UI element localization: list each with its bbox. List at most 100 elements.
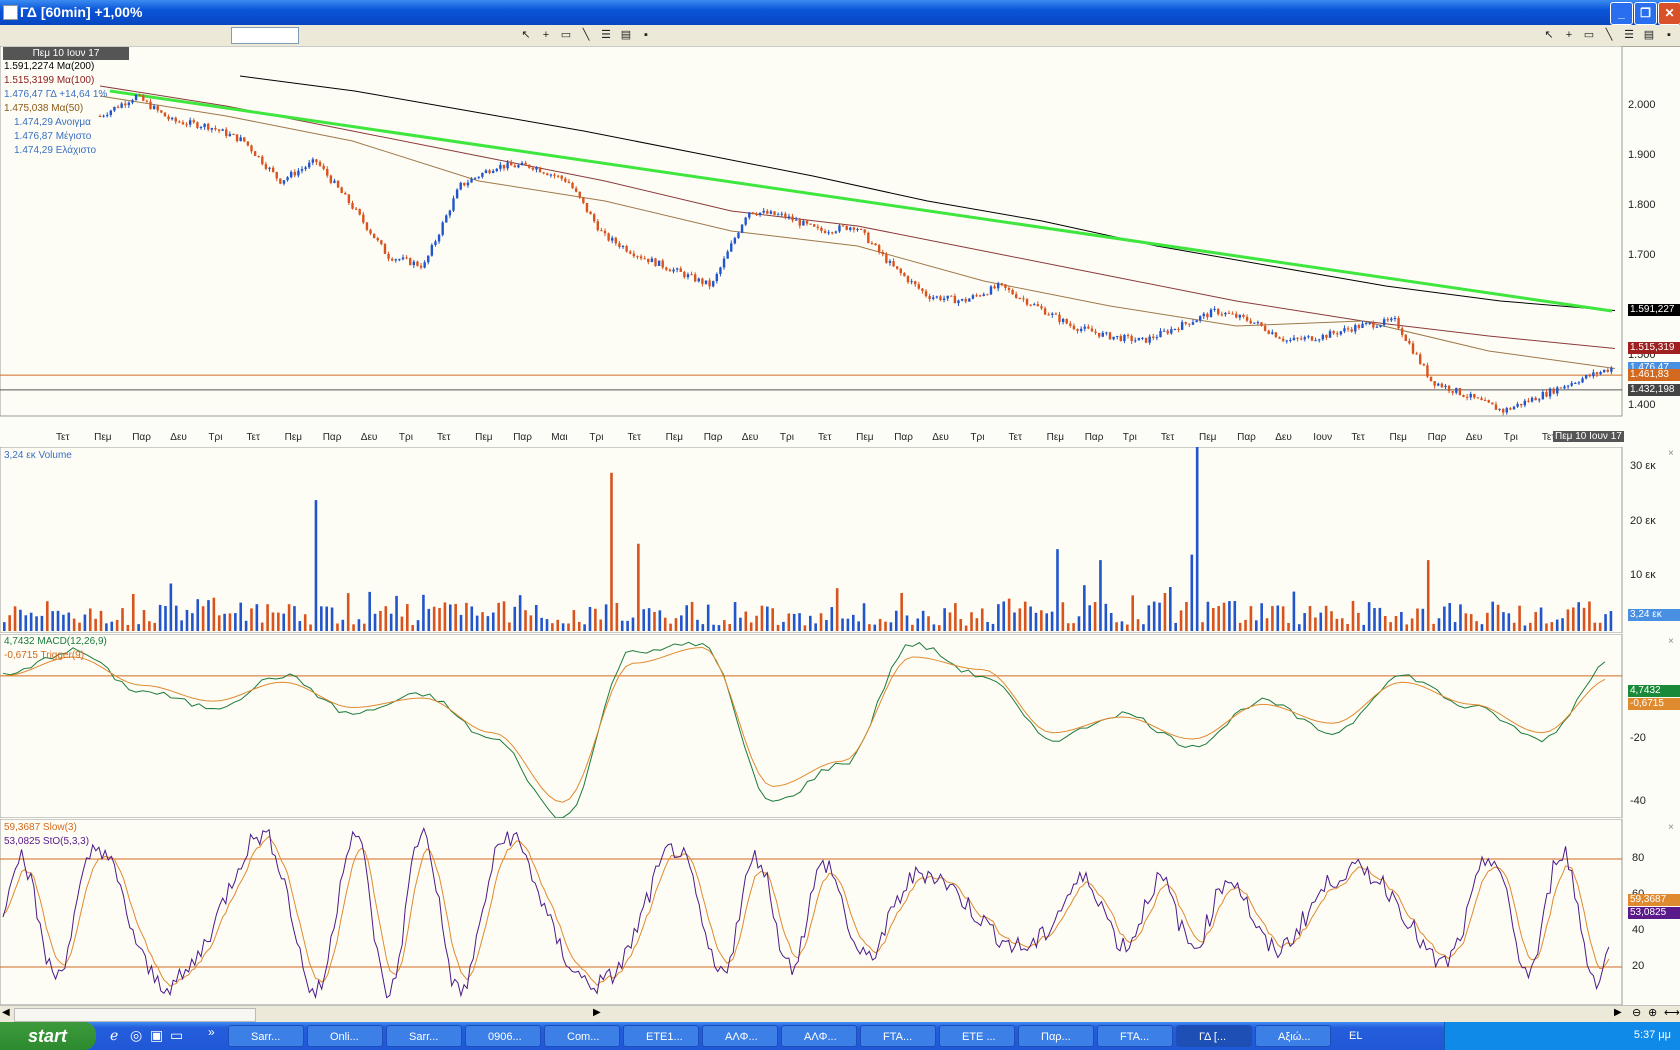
volume-bar <box>395 595 398 631</box>
minimize-button[interactable]: _ <box>1610 2 1633 25</box>
pointer-icon[interactable]: ↖ <box>1541 27 1557 43</box>
scroll-right-icon[interactable]: ▶ <box>1614 1007 1622 1018</box>
candle <box>1152 336 1155 339</box>
taskbar-item[interactable]: 0906... <box>465 1025 541 1047</box>
candle <box>693 274 697 282</box>
candle <box>1130 335 1133 342</box>
taskbar-item[interactable]: ΑΛΦ... <box>781 1025 857 1047</box>
candle <box>1256 322 1260 324</box>
candle <box>1566 385 1570 387</box>
indicator-tag: 59,3687 <box>1628 894 1680 906</box>
volume-bar <box>346 593 350 631</box>
price-chart[interactable] <box>0 46 1680 446</box>
volume-bar <box>787 613 791 631</box>
scroll-left-icon[interactable]: ◀ <box>2 1007 10 1018</box>
crosshair-icon[interactable]: + <box>538 27 554 43</box>
symbol-input[interactable] <box>231 27 299 44</box>
volume-bar <box>1410 618 1414 631</box>
candle <box>1043 308 1047 315</box>
pointer-icon[interactable]: ↖ <box>518 27 534 43</box>
candle <box>715 274 719 282</box>
candle <box>427 255 430 263</box>
desktop-icon[interactable]: ▭ <box>170 1027 183 1044</box>
scrollbar-thumb[interactable] <box>14 1008 256 1022</box>
macd-chart[interactable] <box>0 634 1680 818</box>
line-icon[interactable]: ╲ <box>578 27 594 43</box>
chart-icon[interactable]: ▤ <box>618 27 634 43</box>
taskbar-item[interactable]: ΓΔ [... <box>1176 1025 1252 1047</box>
candle <box>1610 367 1613 372</box>
zoom-in-icon[interactable]: ⊕ <box>1648 1006 1657 1019</box>
candle <box>867 232 870 244</box>
more-icon[interactable]: » <box>208 1025 215 1039</box>
line-icon[interactable]: ╲ <box>1601 27 1617 43</box>
candle <box>1162 330 1166 332</box>
volume-bar <box>583 624 586 631</box>
candle <box>1231 313 1234 315</box>
language-indicator[interactable]: EL <box>1349 1030 1362 1042</box>
volume-bar <box>975 618 979 631</box>
fit-icon[interactable]: ⟷ <box>1664 1006 1680 1019</box>
candle <box>1245 316 1249 321</box>
taskbar-item[interactable]: ETE1... <box>623 1025 699 1047</box>
candle <box>520 162 524 166</box>
volume-bar <box>51 611 54 631</box>
properties-icon[interactable]: ☰ <box>1621 27 1637 43</box>
taskbar-item[interactable]: FTA... <box>860 1025 936 1047</box>
close-panel-icon[interactable]: × <box>1668 636 1674 647</box>
candle <box>636 256 639 258</box>
close-panel-icon[interactable]: × <box>1668 448 1674 459</box>
candle <box>1033 304 1036 306</box>
rectangle-icon[interactable]: ▭ <box>558 27 574 43</box>
candle <box>246 141 250 146</box>
candle <box>813 224 816 227</box>
browser-icon[interactable]: ◎ <box>130 1027 142 1044</box>
save-icon[interactable]: ▪ <box>1661 27 1677 43</box>
volume-chart[interactable] <box>0 447 1680 633</box>
volume-bar <box>1475 621 1478 631</box>
volume-bar <box>529 615 533 631</box>
taskbar-item[interactable]: Onli... <box>307 1025 383 1047</box>
close-panel-icon[interactable]: × <box>1668 822 1674 833</box>
taskbar-item[interactable]: ΑΛΦ... <box>702 1025 778 1047</box>
candle <box>365 222 369 230</box>
taskbar-item[interactable]: Com... <box>544 1025 620 1047</box>
volume-bar <box>857 621 860 631</box>
candle <box>935 296 939 298</box>
restore-button[interactable]: ❐ <box>1634 2 1657 25</box>
taskbar-item[interactable]: Sarr... <box>386 1025 462 1047</box>
volume-bar <box>567 623 570 631</box>
volume-bar <box>1459 604 1462 631</box>
candle <box>1458 388 1462 396</box>
taskbar-item[interactable]: Sarr... <box>228 1025 304 1047</box>
media-icon[interactable]: ▣ <box>150 1027 163 1044</box>
taskbar-item[interactable]: Παρ... <box>1018 1025 1094 1047</box>
save-icon[interactable]: ▪ <box>638 27 654 43</box>
crosshair-icon[interactable]: + <box>1561 27 1577 43</box>
taskbar-item[interactable]: FTA... <box>1097 1025 1173 1047</box>
scroll-splitter-icon[interactable]: ▶ <box>593 1007 601 1018</box>
stochastic-chart[interactable] <box>0 819 1680 1005</box>
zoom-out-icon[interactable]: ⊖ <box>1632 1006 1641 1019</box>
taskbar-item[interactable]: Αξιώ... <box>1255 1025 1331 1047</box>
candle <box>134 94 138 101</box>
ie-icon[interactable]: ℯ <box>110 1027 118 1044</box>
start-button[interactable]: start <box>0 1022 96 1050</box>
volume-bar <box>744 611 748 631</box>
toolbar-icons-left: ↖ + ▭ ╲ ☰ ▤ ▪ <box>518 27 654 43</box>
chart-icon[interactable]: ▤ <box>1641 27 1657 43</box>
horizontal-scrollbar[interactable]: ◀ ▶ ▶ ⊖ ⊕ ⟷ <box>0 1005 1680 1023</box>
properties-icon[interactable]: ☰ <box>598 27 614 43</box>
close-button[interactable]: ✕ <box>1658 2 1680 25</box>
volume-bar <box>518 595 522 631</box>
volume-bar <box>389 613 393 631</box>
candle <box>1227 312 1231 314</box>
candle <box>611 237 614 241</box>
candle <box>957 300 960 304</box>
taskbar-item[interactable]: ETE ... <box>939 1025 1015 1047</box>
candle <box>289 171 293 178</box>
candle <box>1061 319 1065 323</box>
rectangle-icon[interactable]: ▭ <box>1581 27 1597 43</box>
volume-bar <box>889 622 893 631</box>
candle <box>751 212 755 214</box>
